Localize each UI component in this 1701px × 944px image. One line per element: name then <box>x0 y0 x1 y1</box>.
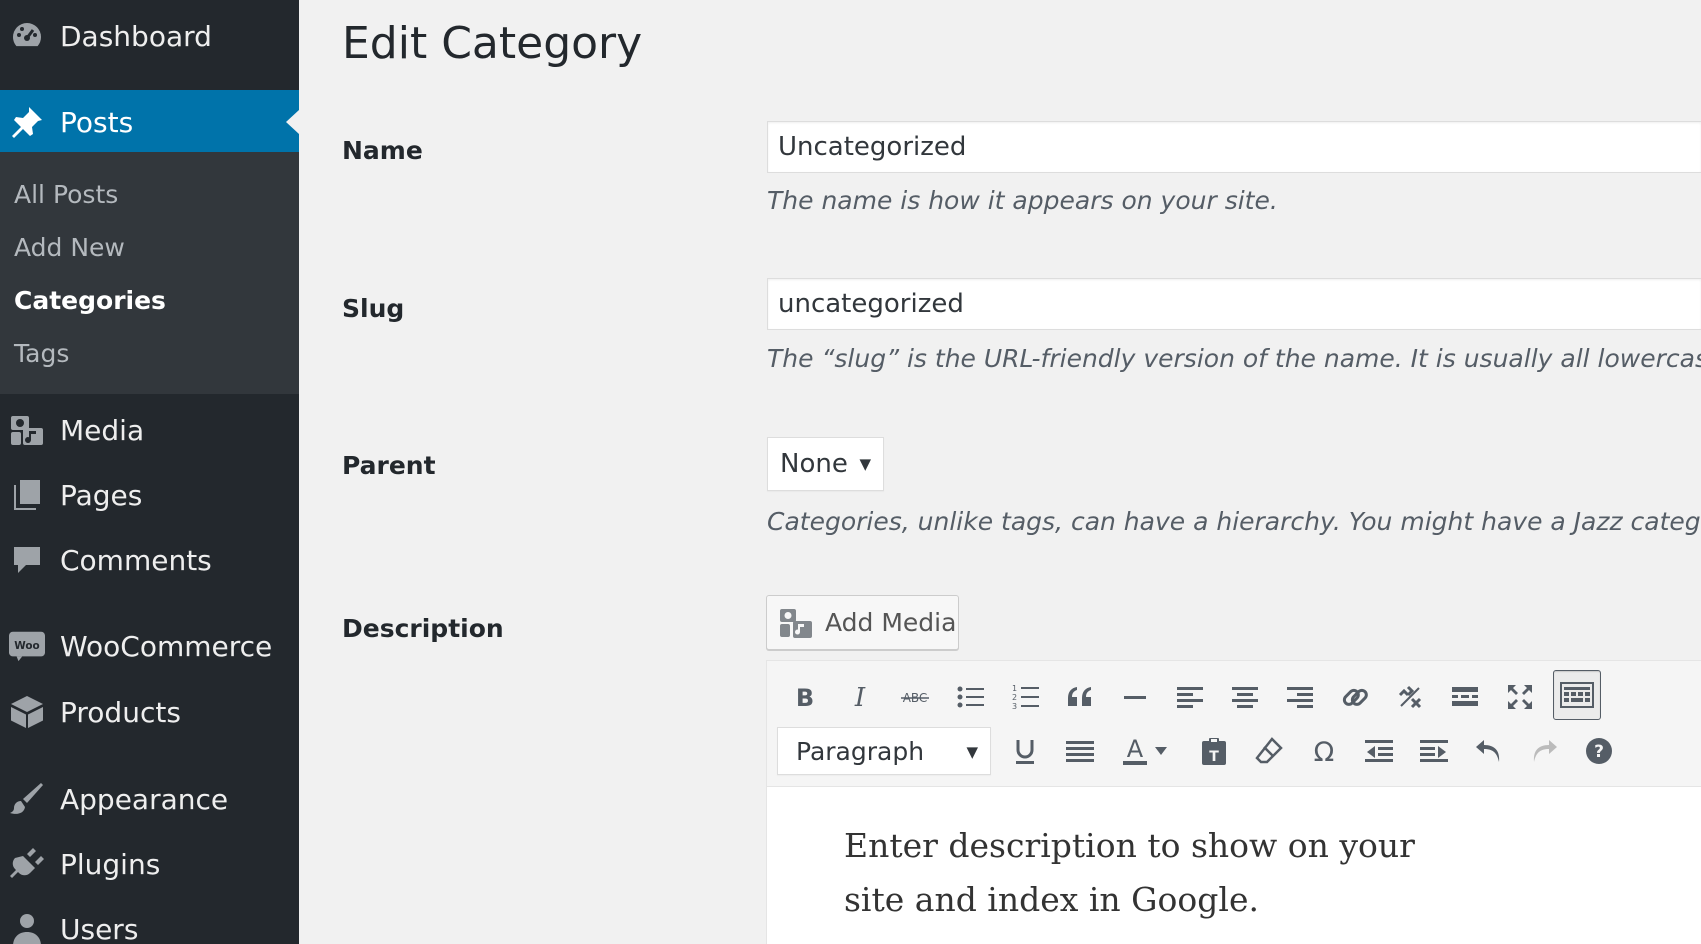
increase-indent-icon[interactable] <box>1412 729 1456 773</box>
comment-icon <box>9 542 45 578</box>
menu-item-comments[interactable]: Comments <box>0 536 299 584</box>
dropdown-arrow-icon: ▼ <box>859 455 871 473</box>
user-icon <box>9 911 45 944</box>
parent-select-value: None <box>780 449 848 479</box>
svg-text:?: ? <box>1594 742 1604 762</box>
svg-text:2: 2 <box>1012 693 1017 702</box>
description-text: Enter description to show on your site a… <box>844 826 1415 919</box>
plug-icon <box>9 846 45 882</box>
svg-text:1: 1 <box>1012 684 1017 693</box>
menu-item-appearance[interactable]: Appearance <box>0 775 299 823</box>
insert-link-icon[interactable] <box>1333 675 1377 719</box>
menu-label-dashboard: Dashboard <box>60 19 212 53</box>
undo-icon[interactable] <box>1467 729 1511 773</box>
menu-label-posts: Posts <box>60 105 134 139</box>
read-more-icon[interactable] <box>1443 675 1487 719</box>
menu-label-woocommerce: WooCommerce <box>60 629 273 663</box>
add-media-label: Add Media <box>825 608 957 637</box>
svg-text:A: A <box>1127 736 1144 763</box>
align-right-icon[interactable] <box>1278 675 1322 719</box>
parent-help-text: Categories, unlike tags, can have a hier… <box>767 507 1701 536</box>
numbered-list-icon[interactable]: 123 <box>1003 675 1047 719</box>
italic-icon[interactable]: I <box>838 675 882 719</box>
editor-toolbar-row-1: B I ABC 123 <box>767 669 1701 725</box>
redo-icon[interactable] <box>1522 729 1566 773</box>
decrease-indent-icon[interactable] <box>1357 729 1401 773</box>
special-character-icon[interactable]: Ω <box>1302 729 1346 773</box>
svg-text:T: T <box>1209 749 1219 765</box>
pages-icon <box>9 477 45 513</box>
slug-help-text: The “slug” is the URL-friendly version o… <box>767 344 1701 373</box>
description-label: Description <box>342 614 504 643</box>
name-label: Name <box>342 136 423 165</box>
admin-sidebar: Dashboard Posts All Posts Add New Catego… <box>0 0 299 944</box>
menu-item-dashboard[interactable]: Dashboard <box>0 12 299 60</box>
fullscreen-icon[interactable] <box>1498 675 1542 719</box>
paragraph-format-select[interactable]: Paragraph ▼ <box>777 727 991 775</box>
woo-icon: Woo <box>9 628 45 664</box>
horizontal-line-icon[interactable] <box>1113 675 1157 719</box>
current-menu-arrow <box>286 110 299 134</box>
slug-label: Slug <box>342 294 405 323</box>
submenu-item-all-posts[interactable]: All Posts <box>14 180 118 209</box>
svg-text:Woo: Woo <box>14 640 39 652</box>
menu-item-pages[interactable]: Pages <box>0 471 299 519</box>
clear-formatting-icon[interactable] <box>1247 729 1291 773</box>
description-editor: B I ABC 123 Paragraph ▼ A T Ω ? Enter de… <box>766 660 1701 944</box>
products-box-icon <box>9 694 45 730</box>
name-help-text: The name is how it appears on your site. <box>767 186 1278 215</box>
name-input[interactable] <box>767 121 1701 173</box>
menu-label-plugins: Plugins <box>60 847 161 881</box>
parent-label: Parent <box>342 451 436 480</box>
bold-icon[interactable]: B <box>783 675 827 719</box>
format-select-value: Paragraph <box>796 736 925 766</box>
svg-text:B: B <box>796 684 814 710</box>
dropdown-arrow-icon: ▼ <box>966 743 978 761</box>
menu-label-appearance: Appearance <box>60 782 229 816</box>
text-color-dropdown-icon[interactable] <box>1149 729 1173 773</box>
submenu-item-tags[interactable]: Tags <box>14 339 69 368</box>
bullet-list-icon[interactable] <box>948 675 992 719</box>
justify-icon[interactable] <box>1058 729 1102 773</box>
page-title: Edit Category <box>342 18 643 69</box>
add-media-button[interactable]: Add Media <box>766 595 959 650</box>
menu-label-comments: Comments <box>60 543 212 577</box>
slug-input[interactable] <box>767 278 1701 330</box>
posts-submenu: All Posts Add New Categories Tags <box>0 152 299 394</box>
menu-item-users[interactable]: Users <box>0 905 299 944</box>
svg-text:I: I <box>854 684 866 710</box>
description-editor-content[interactable]: Enter description to show on your site a… <box>767 786 1701 944</box>
submenu-item-categories[interactable]: Categories <box>14 286 166 315</box>
underline-icon[interactable] <box>1003 729 1047 773</box>
menu-item-media[interactable]: Media <box>0 406 299 454</box>
align-left-icon[interactable] <box>1168 675 1212 719</box>
menu-item-woocommerce[interactable]: Woo WooCommerce <box>0 622 299 670</box>
remove-link-icon[interactable] <box>1388 675 1432 719</box>
parent-select[interactable]: None ▼ <box>767 437 884 491</box>
menu-label-products: Products <box>60 695 181 729</box>
menu-label-media: Media <box>60 413 145 447</box>
menu-label-pages: Pages <box>60 478 143 512</box>
menu-label-users: Users <box>60 912 139 944</box>
strikethrough-icon[interactable]: ABC <box>893 675 937 719</box>
align-center-icon[interactable] <box>1223 675 1267 719</box>
dashboard-icon <box>9 18 45 54</box>
submenu-item-add-new[interactable]: Add New <box>14 233 125 262</box>
svg-text:Ω: Ω <box>1314 737 1335 765</box>
pin-icon <box>9 104 45 140</box>
help-icon[interactable]: ? <box>1577 729 1621 773</box>
blockquote-icon[interactable] <box>1058 675 1102 719</box>
svg-text:3: 3 <box>1012 702 1017 711</box>
menu-item-posts[interactable]: Posts <box>0 90 299 154</box>
paste-as-text-icon[interactable]: T <box>1192 729 1236 773</box>
media-icon <box>779 607 813 639</box>
paintbrush-icon <box>9 781 45 817</box>
menu-item-products[interactable]: Products <box>0 688 299 736</box>
media-icon <box>9 412 45 448</box>
toolbar-toggle-icon[interactable] <box>1553 670 1601 720</box>
menu-item-plugins[interactable]: Plugins <box>0 840 299 888</box>
